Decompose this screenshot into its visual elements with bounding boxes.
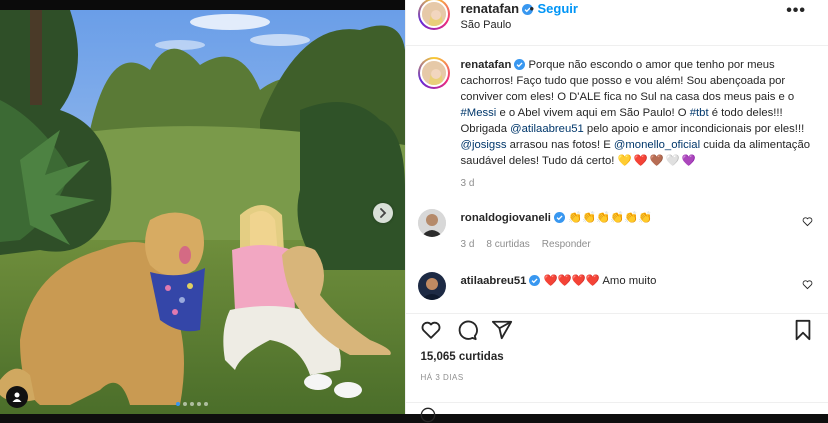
carousel-dot <box>190 402 194 406</box>
post-action-bar <box>405 313 828 344</box>
carousel-dot <box>204 402 208 406</box>
share-paper-plane-icon[interactable] <box>491 319 513 341</box>
caption-avatar[interactable] <box>417 57 450 89</box>
author-avatar[interactable] <box>417 0 450 30</box>
verified-badge-icon <box>514 59 526 70</box>
post-date[interactable]: HÁ 3 DIAS <box>421 373 464 382</box>
caption-segment: pelo apoio e amor incondicionais por ele… <box>583 123 805 135</box>
comment-bubble-icon[interactable] <box>456 319 478 341</box>
commenter-avatar[interactable] <box>417 272 446 300</box>
commenter-username[interactable]: ronaldogiovaneli <box>461 212 551 224</box>
comment-body: atilaabreu51 ❤️❤️❤️❤️ Amo muito <box>461 274 657 287</box>
save-bookmark-icon[interactable] <box>793 319 813 341</box>
commenter-avatar[interactable] <box>417 209 446 237</box>
post-photo <box>0 10 405 414</box>
hashtag-tbt[interactable]: #tbt <box>690 107 709 119</box>
carousel-dot <box>176 402 180 406</box>
mention-monello-oficial[interactable]: @monello_oficial <box>614 139 700 151</box>
comment-text: ❤️❤️❤️❤️ Amo muito <box>543 275 657 287</box>
comment-likes[interactable]: 8 curtidas <box>486 239 529 250</box>
user-icon <box>12 392 22 402</box>
caption-username[interactable]: renatafan <box>461 59 512 71</box>
carousel-dot <box>197 402 201 406</box>
post-side-panel: renatafan • Seguir São Paulo ••• renataf… <box>404 0 828 423</box>
instagram-post: renatafan • Seguir São Paulo ••• renataf… <box>0 0 828 423</box>
caption-text: renatafan Porque não escondo o amor que … <box>461 57 811 169</box>
comment-text: 👏👏👏👏👏👏 <box>568 212 653 224</box>
like-comment-heart-icon[interactable] <box>802 216 813 227</box>
comment-item: ronaldogiovaneli 👏👏👏👏👏👏 3 d 8 curtidas Res… <box>406 205 828 250</box>
hashtag-messi[interactable]: #Messi <box>461 107 497 119</box>
chevron-right-icon <box>379 208 386 218</box>
carousel-indicator <box>176 402 208 406</box>
verified-badge-icon <box>529 275 541 286</box>
comment-item: atilaabreu51 ❤️❤️❤️❤️ Amo muito <box>406 268 828 308</box>
mention-atilaabreu51[interactable]: @atilaabreu51 <box>510 123 584 135</box>
caption-segment: arrasou nas fotos! E <box>506 139 614 151</box>
like-comment-heart-icon[interactable] <box>802 279 813 290</box>
emoji-icon[interactable] <box>420 407 436 423</box>
follow-button[interactable]: Seguir <box>538 1 578 16</box>
comment-meta: 3 d 8 curtidas Responder <box>461 239 603 250</box>
post-location[interactable]: São Paulo <box>461 19 512 31</box>
comment-body: ronaldogiovaneli 👏👏👏👏👏👏 <box>461 211 653 224</box>
mention-josigss[interactable]: @josigss <box>461 139 507 151</box>
reply-button[interactable]: Responder <box>542 239 591 250</box>
verified-badge-icon <box>553 212 565 223</box>
next-photo-button[interactable] <box>372 203 393 223</box>
caption-emojis: 💛❤️🤎🤍💜 <box>617 155 698 167</box>
caption-timestamp[interactable]: 3 d <box>461 178 475 189</box>
post-header: renatafan • Seguir São Paulo ••• <box>405 0 828 46</box>
author-username[interactable]: renatafan <box>461 1 534 16</box>
carousel-dot <box>183 402 187 406</box>
separator-dot: • <box>529 1 535 16</box>
likes-count[interactable]: 15,065 curtidas <box>421 351 504 363</box>
like-heart-icon[interactable] <box>420 319 442 341</box>
commenter-username[interactable]: atilaabreu51 <box>461 275 527 287</box>
post-media <box>0 0 405 414</box>
more-options-button[interactable]: ••• <box>786 2 806 20</box>
add-comment-bar[interactable] <box>405 402 828 423</box>
comment-time[interactable]: 3 d <box>461 239 475 250</box>
caption-segment: e o Abel vivem aqui em São Paulo! O <box>496 107 690 119</box>
tagged-users-button[interactable] <box>6 386 28 408</box>
